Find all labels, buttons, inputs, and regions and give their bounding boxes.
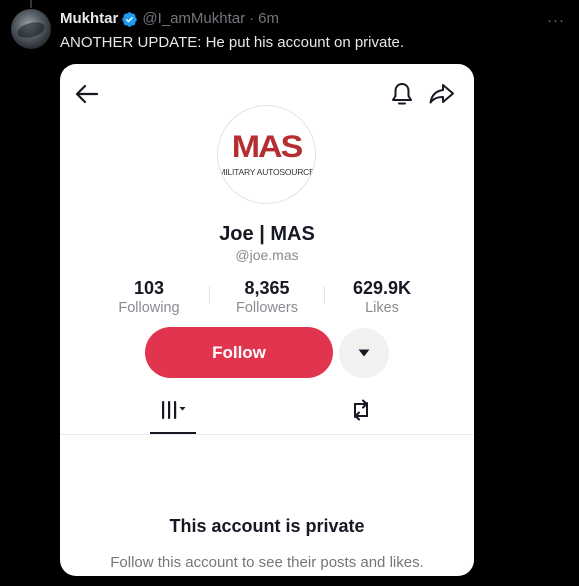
stat-label: Followers [235,300,299,316]
profile-avatar[interactable]: MAS MILITARY AUTOSOURCE [217,105,316,204]
follow-button[interactable]: Follow [145,327,333,378]
tab-videos[interactable] [150,395,196,425]
tweet-time[interactable]: 6m [258,10,279,28]
tweet-header: Mukhtar @I_amMukhtar · 6m [60,10,279,28]
more-options-icon[interactable]: ··· [547,12,565,29]
suggested-accounts-button[interactable] [339,328,389,378]
stat-value: 629.9K [352,278,412,298]
caret-down-icon [358,349,370,357]
bell-icon[interactable] [388,80,416,108]
verified-badge-icon [122,11,138,27]
separator-dot: · [249,10,255,27]
tabs-divider [60,434,474,435]
stat-value: 103 [133,278,165,298]
stat-label: Following [118,300,180,316]
profile-username: @joe.mas [235,247,299,263]
private-account-description: Follow this account to see their posts a… [110,554,424,571]
stat-followers[interactable]: 8,365 Followers [217,277,317,317]
profile-stats: 103 Following 8,365 Followers 629.9K Lik… [100,277,434,317]
author-name[interactable]: Mukhtar [60,10,118,28]
avatar[interactable] [11,9,51,49]
embedded-screenshot[interactable]: MAS MILITARY AUTOSOURCE Joe | MAS @joe.m… [60,64,474,576]
stat-likes[interactable]: 629.9K Likes [332,277,432,317]
tweet-text: ANOTHER UPDATE: He put his account on pr… [60,34,405,51]
stat-value: 8,365 [244,278,290,298]
profile-name: Joe | MAS [219,223,315,245]
back-arrow-icon[interactable] [73,80,101,108]
repost-icon [354,399,368,421]
share-icon[interactable] [428,80,456,108]
mas-logo-subtitle: MILITARY AUTOSOURCE [218,167,315,177]
private-account-title: This account is private [169,516,365,536]
stat-label: Likes [365,300,399,316]
grid-tab-icon [162,401,186,419]
mas-logo: MAS [231,129,304,165]
stat-divider [324,286,325,304]
stat-following[interactable]: 103 Following [99,277,199,317]
author-handle[interactable]: @I_amMukhtar [142,10,245,28]
stat-divider [209,286,210,304]
tab-reposts[interactable] [338,395,384,425]
thread-line [30,0,32,8]
